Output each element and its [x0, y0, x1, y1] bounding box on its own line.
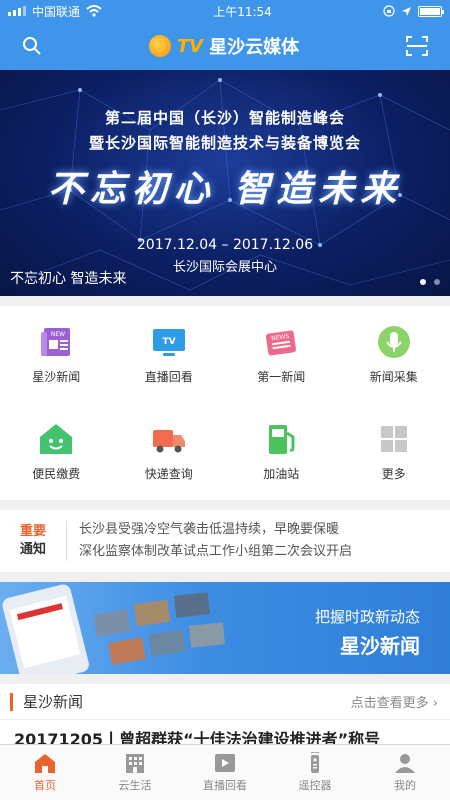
grid-item-express-query[interactable]: 快递查询 [113, 403, 226, 500]
feature-grid: NEW 星沙新闻 TV 直播回看 NEWS 第一新闻 新闻采集 便民缴费 快递查… [0, 306, 450, 500]
home-icon [35, 754, 55, 773]
grid-item-live-replay[interactable]: TV 直播回看 [113, 306, 226, 403]
tab-mine[interactable]: 我的 [360, 745, 450, 800]
svg-text:NEW: NEW [51, 331, 65, 338]
building-icon [126, 754, 144, 773]
grid-item-label: 加油站 [263, 467, 300, 481]
tab-home[interactable]: 首页 [0, 745, 90, 800]
house-icon [40, 424, 73, 454]
logo-text: 星沙云媒体 [209, 37, 300, 58]
svg-text:TV: TV [162, 337, 175, 347]
logo-tv: TV [176, 35, 204, 57]
notice-tag-bottom: 通知 [19, 542, 46, 557]
grid-item-label: 星沙新闻 [32, 370, 81, 384]
notice-item[interactable]: 深化监察体制改革试点工作小组第二次会议开启 [79, 541, 352, 563]
status-time: 上午11:54 [213, 4, 272, 19]
tab-label: 我的 [394, 779, 416, 792]
section-accent-bar [10, 692, 13, 711]
section-title: 星沙新闻 [10, 691, 83, 712]
promo-banner[interactable]: 把握时政新动态 星沙新闻 [0, 582, 450, 674]
news-section: 星沙新闻 点击查看更多 › 20171205丨曾超群获“十佳法治建设推进者”称号 [0, 684, 450, 749]
tab-remote[interactable]: 遥控器 [270, 745, 360, 800]
tab-label: 首页 [34, 779, 56, 792]
wifi-icon [86, 5, 102, 17]
location-icon [401, 6, 411, 16]
truck-icon [152, 430, 185, 453]
notice-divider [66, 521, 67, 561]
signal-icon [8, 6, 26, 16]
fuel-pump-icon [269, 425, 295, 454]
play-icon [215, 754, 235, 772]
promo-phone-graphic [2, 584, 226, 674]
carrier-name: 中国联通 [32, 4, 81, 19]
banner-title-line1: 第二届中国（长沙）智能制造峰会 [104, 109, 345, 127]
tab-live-replay[interactable]: 直播回看 [180, 745, 270, 800]
grid-icon [380, 426, 407, 452]
banner-caption: 不忘初心 智造未来 [10, 271, 127, 287]
banner-slogan: 不忘初心 智造未来 [47, 168, 403, 210]
notice-item[interactable]: 长沙县受强冷空气袭击低温持续，早晚要保暖 [79, 519, 352, 541]
grid-item-label: 直播回看 [144, 370, 193, 384]
scan-icon[interactable] [406, 36, 428, 56]
carousel-indicator [420, 279, 440, 285]
microphone-icon [377, 326, 410, 358]
bottom-tab-bar: 首页 云生活 直播回看 遥控器 我的 [0, 744, 450, 800]
hero-banner[interactable]: 第二届中国（长沙）智能制造峰会 暨长沙国际智能制造技术与装备博览会 不忘初心 智… [0, 70, 450, 296]
grid-item-bill-payment[interactable]: 便民缴费 [0, 403, 113, 500]
banner-title-line2: 暨长沙国际智能制造技术与装备博览会 [88, 134, 361, 152]
grid-item-label: 快递查询 [144, 467, 193, 481]
grid-item-news-collect[interactable]: 新闻采集 [338, 306, 450, 403]
section-title-text: 星沙新闻 [23, 693, 84, 711]
grid-item-xingsha-news[interactable]: NEW 星沙新闻 [0, 306, 113, 403]
newspaper-icon: NEW [41, 328, 71, 356]
tv-icon: TV [152, 329, 185, 356]
grid-item-first-news[interactable]: NEWS 第一新闻 [225, 306, 338, 403]
banner-dates: 2017.12.04 – 2017.12.06 [136, 237, 314, 253]
grid-item-label: 更多 [381, 467, 406, 481]
view-more-text: 点击查看更多 [350, 696, 429, 711]
person-icon [395, 754, 415, 773]
important-notice: 重要 通知 长沙县受强冷空气袭击低温持续，早晚要保暖 深化监察体制改革试点工作小… [0, 510, 450, 572]
grid-item-gas-station[interactable]: 加油站 [225, 403, 338, 500]
top-bar: 中国联通 上午11:54 TV 星沙云媒体 [0, 0, 450, 70]
tab-cloud-life[interactable]: 云生活 [90, 745, 180, 800]
grid-item-label: 便民缴费 [32, 467, 81, 481]
app-logo: TV 星沙云媒体 [148, 33, 300, 59]
promo-line1: 把握时政新动态 [314, 608, 420, 626]
news-icon: NEWS [266, 330, 297, 356]
status-bar: 中国联通 上午11:54 [0, 0, 450, 22]
view-more-link[interactable]: 点击查看更多 › [351, 692, 438, 711]
chevron-right-icon: › [432, 696, 438, 711]
promo-line2: 星沙新闻 [340, 634, 420, 658]
logo-mark-icon [148, 35, 171, 57]
grid-item-label: 新闻采集 [369, 370, 418, 384]
carousel-dot[interactable] [434, 279, 440, 285]
search-icon[interactable] [22, 36, 42, 56]
grid-item-more[interactable]: 更多 [338, 403, 450, 500]
notice-list: 长沙县受强冷空气袭击低温持续，早晚要保暖 深化监察体制改革试点工作小组第二次会议… [79, 519, 352, 563]
notice-tag: 重要 通知 [0, 523, 66, 559]
tab-label: 遥控器 [298, 779, 332, 792]
tab-label: 直播回看 [203, 779, 247, 792]
lock-rotation-icon [383, 5, 395, 17]
section-header: 星沙新闻 点击查看更多 › [0, 684, 450, 720]
grid-item-label: 第一新闻 [257, 370, 306, 384]
carousel-dot-active[interactable] [420, 279, 426, 285]
notice-tag-top: 重要 [19, 524, 46, 539]
remote-icon [310, 752, 320, 773]
app-header: TV 星沙云媒体 [0, 22, 450, 70]
tab-label: 云生活 [118, 779, 152, 792]
battery-icon [417, 5, 444, 17]
